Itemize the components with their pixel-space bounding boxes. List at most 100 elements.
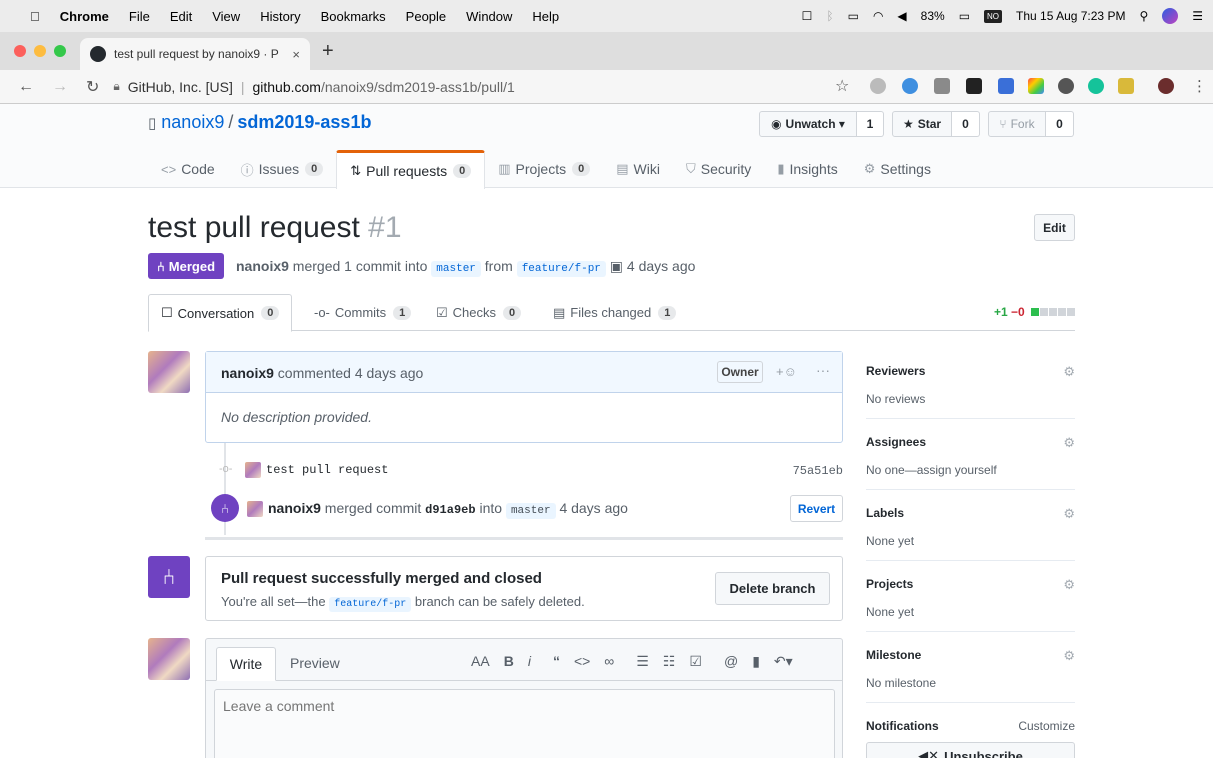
base-branch[interactable]: master	[431, 261, 481, 277]
watch-count[interactable]: 1	[857, 111, 884, 137]
repo-owner-link[interactable]: nanoix9	[161, 112, 224, 132]
tab-wiki[interactable]: ▤ Wiki	[603, 150, 673, 188]
repo-name-link[interactable]: sdm2019-ass1b	[237, 112, 371, 132]
gear-icon[interactable]: ⚙	[1063, 577, 1075, 593]
tab-security[interactable]: ⛉ Security	[673, 150, 764, 188]
browser-tab[interactable]: test pull request by nanoix9 · P ×	[80, 38, 310, 70]
menu-history[interactable]: History	[260, 9, 300, 24]
pr-author-link[interactable]: nanoix9	[236, 258, 289, 274]
numbered-list-icon[interactable]: ☷	[663, 653, 676, 670]
no-icon[interactable]: NO	[984, 9, 1003, 23]
gear-icon[interactable]: ⚙	[1063, 435, 1075, 451]
tab-pull-requests[interactable]: ⇅ Pull requests 0	[336, 150, 486, 189]
close-window-button[interactable]	[14, 45, 26, 57]
menu-help[interactable]: Help	[532, 9, 559, 24]
extension-icon-3[interactable]	[934, 78, 950, 94]
sidebar-reviewers[interactable]: Reviewers ⚙ No reviews	[866, 364, 1075, 419]
menu-view[interactable]: View	[212, 9, 240, 24]
code-icon[interactable]: <>	[574, 653, 590, 670]
new-tab-button[interactable]: +	[322, 40, 334, 63]
airplay-icon[interactable]: ▭	[848, 9, 859, 23]
more-options-icon[interactable]: ···	[816, 362, 830, 378]
edit-button[interactable]: Edit	[1034, 214, 1075, 241]
gear-icon[interactable]: ⚙	[1063, 364, 1075, 380]
apple-icon[interactable]: 	[30, 9, 40, 24]
revert-button[interactable]: Revert	[790, 495, 843, 522]
address-bar[interactable]: 🔒︎ GitHub, Inc. [US] | github.com/nanoix…	[113, 74, 848, 100]
extension-icon-9[interactable]	[1118, 78, 1134, 94]
zoom-window-button[interactable]	[54, 45, 66, 57]
merge-author-link[interactable]: nanoix9	[268, 500, 321, 516]
profile-avatar[interactable]	[1158, 78, 1174, 94]
extension-icon-2[interactable]	[902, 78, 918, 94]
commit-sha[interactable]: 75a51eb	[793, 464, 843, 478]
delete-branch-button[interactable]: Delete branch	[715, 572, 830, 605]
notification-center-icon[interactable]: ☰	[1192, 9, 1203, 23]
merge-sha[interactable]: d91a9eb	[425, 503, 475, 517]
tab-issues[interactable]: ⓘ Issues 0	[228, 150, 337, 188]
clipboard-icon[interactable]: ▣	[610, 258, 623, 274]
tab-checks[interactable]: ☑ Checks 0	[436, 294, 522, 331]
battery-icon[interactable]: ▭	[959, 9, 970, 23]
volume-icon[interactable]: ◀	[897, 9, 906, 23]
chrome-menu-icon[interactable]: ⋮	[1192, 77, 1207, 95]
spotlight-icon[interactable]: ⚲	[1139, 9, 1148, 23]
extension-icon-5[interactable]	[998, 78, 1014, 94]
commit-message[interactable]: test pull request	[245, 461, 388, 478]
mention-icon[interactable]: @	[724, 653, 738, 670]
reload-icon[interactable]: ↻	[86, 77, 99, 97]
head-branch[interactable]: feature/f-pr	[516, 261, 606, 277]
menu-window[interactable]: Window	[466, 9, 512, 24]
gear-icon[interactable]: ⚙	[1063, 648, 1075, 664]
fork-count[interactable]: 0	[1046, 111, 1074, 137]
extension-icon-1[interactable]	[870, 78, 886, 94]
bookmark-star-icon[interactable]: ☆	[835, 76, 849, 96]
battery-percent[interactable]: 83%	[921, 9, 945, 23]
comment-input[interactable]	[214, 689, 835, 758]
italic-icon[interactable]: i	[528, 653, 531, 670]
comment-author-link[interactable]: nanoix9	[221, 365, 274, 381]
fork-button[interactable]: ⑂ Fork	[988, 111, 1046, 137]
menu-edit[interactable]: Edit	[170, 9, 192, 24]
back-icon[interactable]: ←	[18, 78, 34, 96]
tab-files-changed[interactable]: ▤ Files changed 1	[553, 294, 677, 331]
task-list-icon[interactable]: ☑	[689, 653, 702, 670]
lock-icon[interactable]: 🔒︎	[113, 79, 119, 94]
tab-settings[interactable]: ⚙ Settings	[851, 150, 944, 188]
tab-code[interactable]: <> Code	[148, 150, 228, 188]
tab-insights[interactable]: ▮ Insights	[764, 150, 850, 188]
avatar[interactable]	[148, 351, 190, 393]
unwatch-button[interactable]: ◉ Unwatch ▾	[759, 111, 857, 137]
bluetooth-icon[interactable]: ᛒ	[826, 9, 833, 23]
siri-icon[interactable]	[1162, 8, 1179, 24]
tab-preview[interactable]: Preview	[290, 655, 340, 671]
sidebar-assignees[interactable]: Assignees ⚙ No one—assign yourself	[866, 435, 1075, 490]
tab-projects[interactable]: ▥ Projects 0	[485, 150, 603, 188]
unsubscribe-button[interactable]: ◀✕ Unsubscribe	[866, 742, 1075, 758]
customize-link[interactable]: Customize	[1018, 719, 1075, 733]
merged-branch[interactable]: feature/f-pr	[329, 597, 412, 612]
tab-write[interactable]: Write	[216, 647, 276, 681]
merge-base-branch[interactable]: master	[505, 503, 556, 519]
display-icon[interactable]: ☐	[802, 9, 813, 23]
sidebar-milestone[interactable]: Milestone ⚙ No milestone	[866, 648, 1075, 703]
avatar[interactable]	[148, 638, 190, 680]
sidebar-labels[interactable]: Labels ⚙ None yet	[866, 506, 1075, 561]
minimize-window-button[interactable]	[34, 45, 46, 57]
grammarly-icon[interactable]	[1088, 78, 1104, 94]
clock[interactable]: Thu 15 Aug 7:23 PM	[1016, 9, 1125, 23]
tab-conversation[interactable]: ☐ Conversation 0	[148, 294, 293, 332]
mini-avatar[interactable]	[247, 501, 263, 518]
extension-icon-4[interactable]	[966, 78, 982, 94]
mini-avatar[interactable]	[245, 461, 261, 478]
gear-icon[interactable]: ⚙	[1063, 506, 1075, 522]
star-count[interactable]: 0	[952, 111, 980, 137]
link-icon[interactable]: ∞	[604, 653, 614, 670]
tab-close-icon[interactable]: ×	[292, 47, 300, 62]
saved-reply-icon[interactable]: ▮	[752, 653, 760, 670]
tab-commits[interactable]: -o- Commits 1	[314, 294, 412, 331]
add-reaction-icon[interactable]: +☺	[776, 364, 797, 379]
sidebar-assignees-value[interactable]: No one—assign yourself	[866, 463, 1075, 477]
heading-icon[interactable]: AA	[471, 653, 490, 670]
menu-bookmarks[interactable]: Bookmarks	[321, 9, 386, 24]
